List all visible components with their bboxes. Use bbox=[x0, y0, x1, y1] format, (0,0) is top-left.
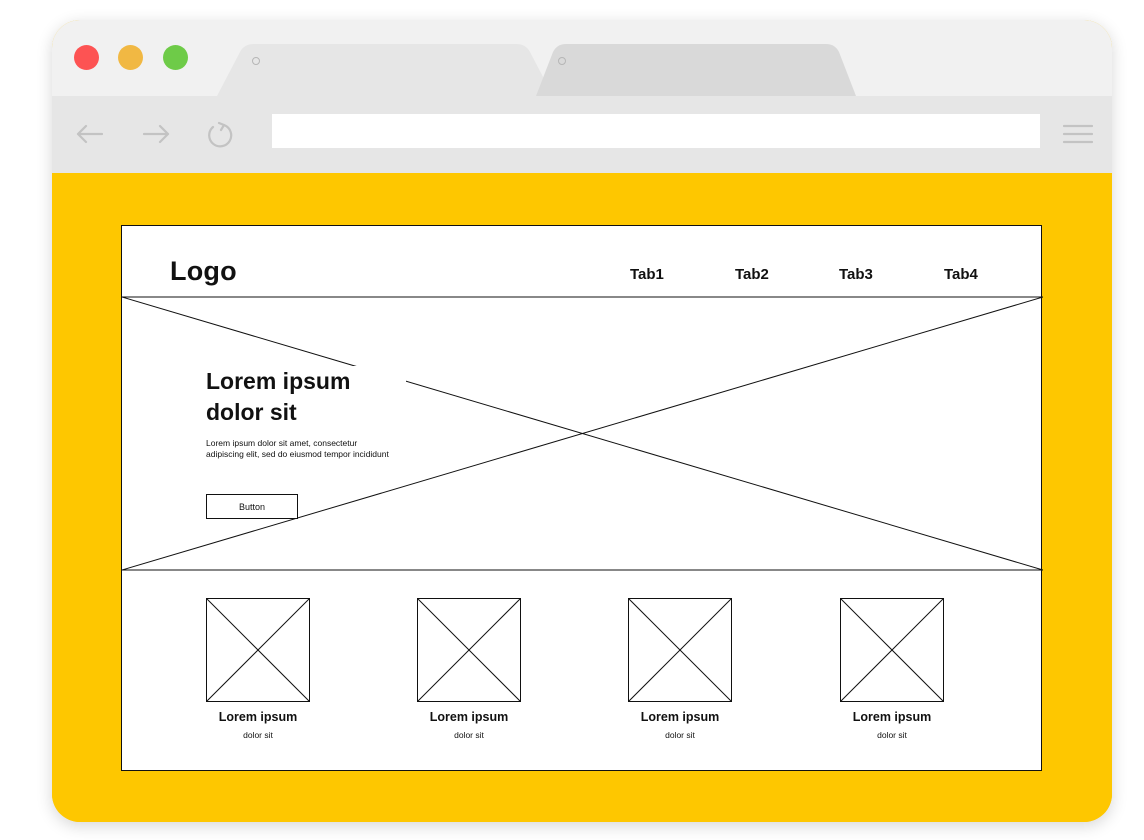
nav-tab-1[interactable]: Tab1 bbox=[630, 266, 664, 283]
image-placeholder-icon bbox=[206, 598, 310, 702]
logo[interactable]: Logo bbox=[170, 256, 237, 287]
browser-tab-2[interactable] bbox=[536, 44, 856, 96]
card-title: Lorem ipsum bbox=[429, 710, 509, 724]
nav-tab-4[interactable]: Tab4 bbox=[944, 266, 978, 283]
image-placeholder-icon bbox=[417, 598, 521, 702]
hamburger-menu-icon[interactable] bbox=[1062, 118, 1094, 150]
card-title: Lorem ipsum bbox=[640, 710, 720, 724]
reload-icon[interactable] bbox=[204, 118, 236, 150]
page-content: Logo Tab1 Tab2 Tab3 Tab4 Lorem ipsum dol… bbox=[52, 173, 1112, 822]
hero-body-text: Lorem ipsum dolor sit amet, consectetur … bbox=[206, 438, 389, 459]
tab-strip bbox=[217, 44, 856, 96]
tab-close-icon[interactable] bbox=[252, 57, 260, 65]
hero-title: Lorem ipsum dolor sit bbox=[206, 366, 406, 428]
tab-close-icon[interactable] bbox=[558, 57, 566, 65]
wireframe-page: Logo Tab1 Tab2 Tab3 Tab4 Lorem ipsum dol… bbox=[121, 225, 1043, 771]
forward-arrow-icon[interactable] bbox=[140, 118, 172, 150]
title-bar bbox=[52, 20, 1112, 96]
browser-toolbar bbox=[52, 96, 1112, 173]
card-subtitle: dolor sit bbox=[877, 730, 907, 740]
browser-tab-1[interactable] bbox=[217, 44, 553, 96]
hero-title-line-1: Lorem ipsum bbox=[206, 368, 351, 394]
hero-button[interactable]: Button bbox=[206, 494, 298, 519]
browser-window: Logo Tab1 Tab2 Tab3 Tab4 Lorem ipsum dol… bbox=[52, 20, 1112, 822]
card-subtitle: dolor sit bbox=[454, 730, 484, 740]
hero-title-line-2: dolor sit bbox=[206, 399, 297, 425]
nav-tab-2[interactable]: Tab2 bbox=[735, 266, 769, 283]
card-subtitle: dolor sit bbox=[665, 730, 695, 740]
card-subtitle: dolor sit bbox=[243, 730, 273, 740]
back-arrow-icon[interactable] bbox=[74, 118, 106, 150]
card-title: Lorem ipsum bbox=[218, 710, 298, 724]
image-placeholder-icon bbox=[840, 598, 944, 702]
card-title: Lorem ipsum bbox=[852, 710, 932, 724]
image-placeholder-icon bbox=[628, 598, 732, 702]
address-bar[interactable] bbox=[272, 114, 1040, 148]
nav-tab-3[interactable]: Tab3 bbox=[839, 266, 873, 283]
